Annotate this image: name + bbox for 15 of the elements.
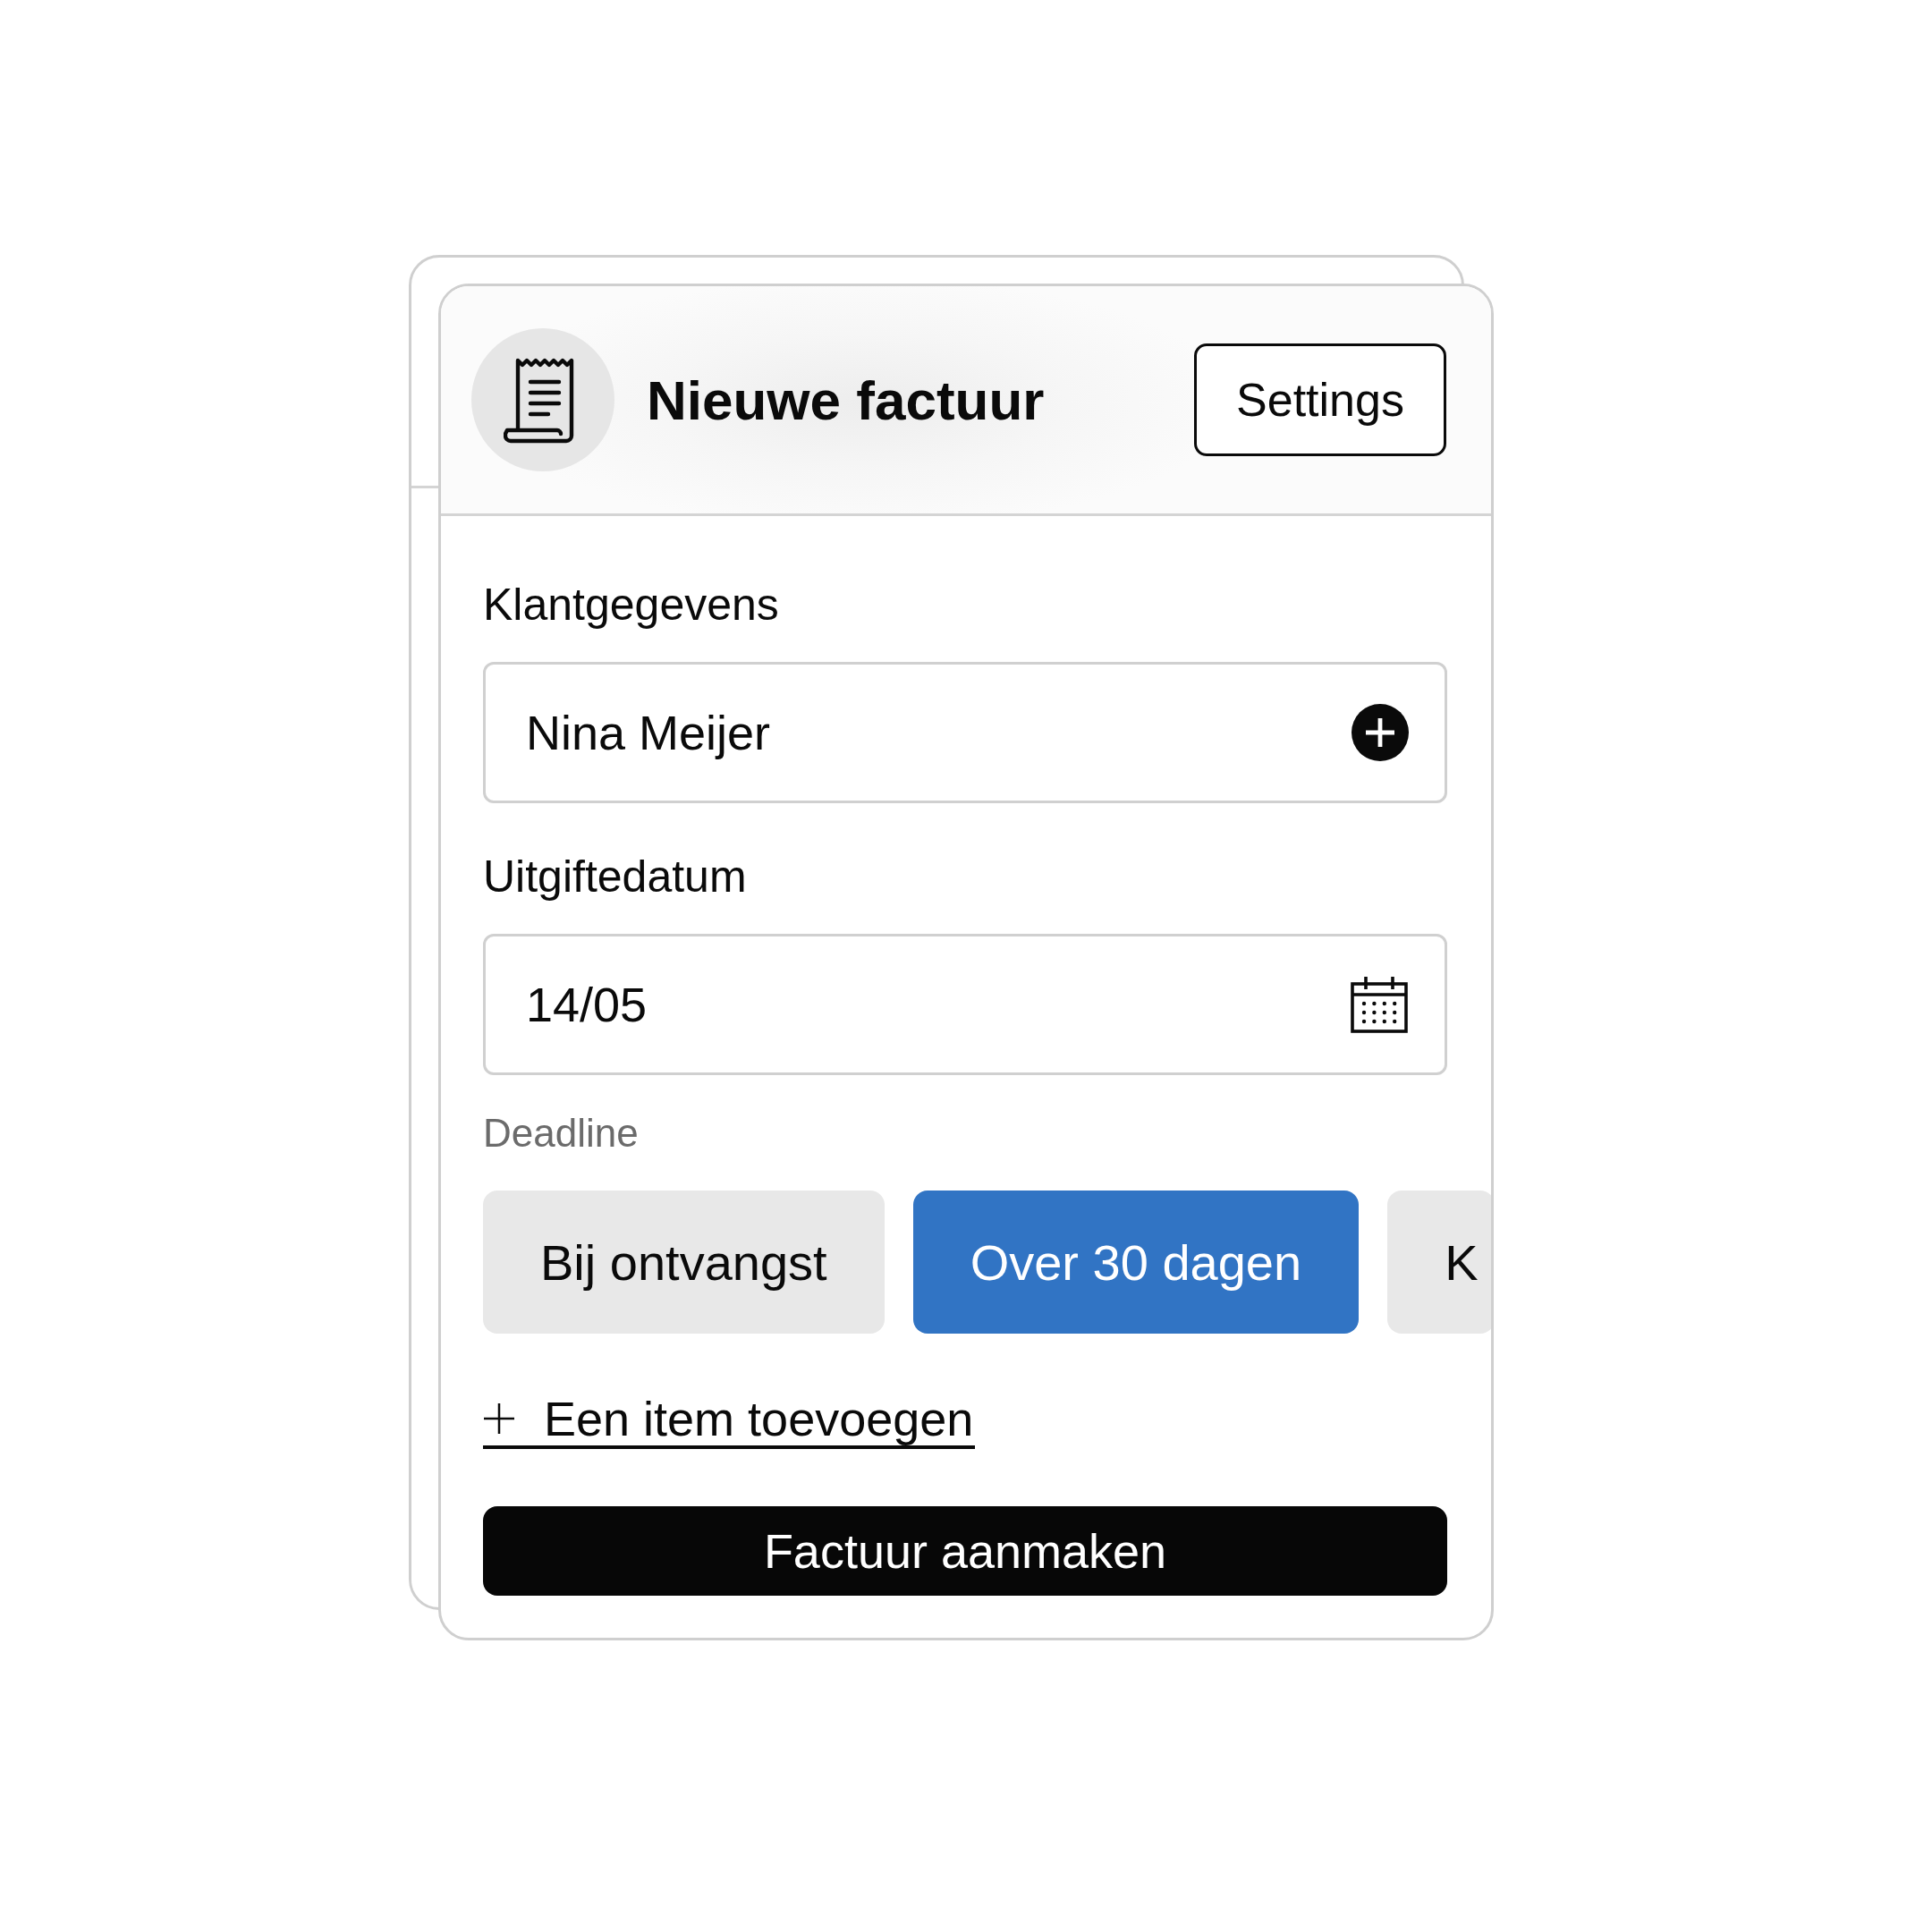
field-label: Klantgegevens	[483, 579, 780, 631]
field-label: Uitgiftedatum	[483, 851, 748, 903]
deadline-option[interactable]: Over 30 dagen	[912, 1191, 1360, 1334]
add-item-link[interactable]: Een item toevoegen	[483, 1392, 976, 1449]
deadline-option[interactable]: Bij ontvangst	[483, 1191, 885, 1334]
deadline-label: Deadline	[483, 1111, 640, 1156]
plus-icon	[483, 1402, 515, 1435]
settings-button[interactable]: Settings	[1194, 343, 1446, 456]
client-field[interactable]: Nina Meijer	[483, 662, 1447, 803]
calendar-icon[interactable]	[1350, 975, 1409, 1034]
deadline-option[interactable]: K	[1387, 1191, 1491, 1334]
add-icon[interactable]	[1352, 704, 1409, 761]
card-title: Nieuwe factuur	[647, 368, 1046, 432]
create-invoice-button[interactable]: Factuur aanmaken	[483, 1506, 1447, 1596]
date-field[interactable]: 14/05	[483, 934, 1447, 1075]
